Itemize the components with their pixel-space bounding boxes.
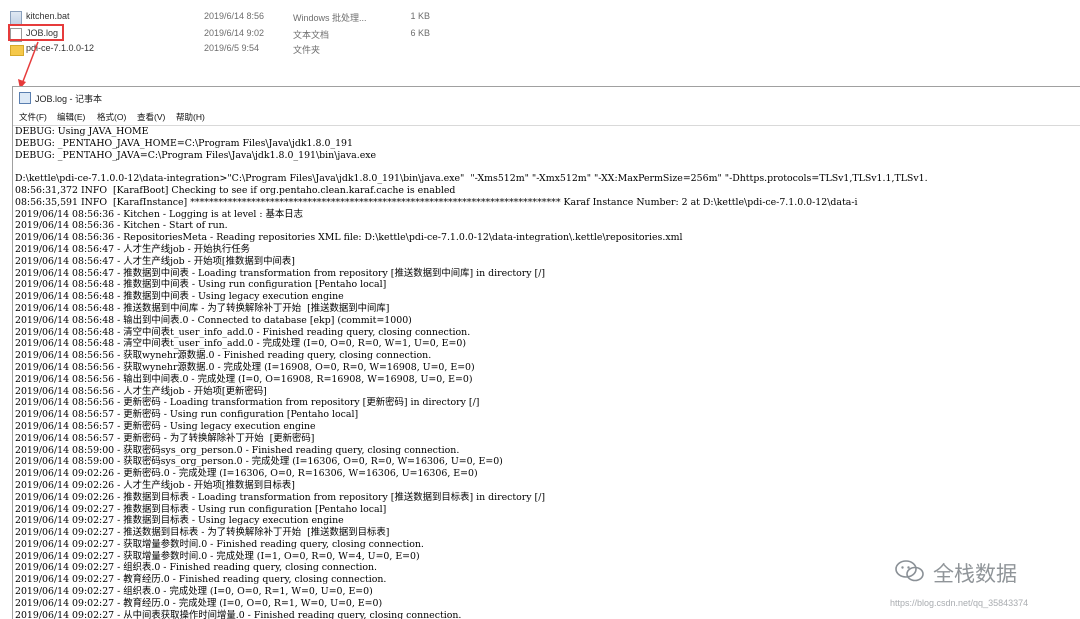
log-line: 2019/06/14 08:56:47 - 人才生产线job - 开始项[推数据… <box>15 255 295 267</box>
log-line: 2019/06/14 08:56:48 - 推数据到中间表 - Using le… <box>15 291 344 303</box>
log-line: 2019/06/14 08:56:56 - 输出到中间表.0 - 完成处理 (I… <box>15 373 473 385</box>
log-line: 2019/06/14 09:02:26 - 人才生产线job - 开始项[推数据… <box>15 479 295 491</box>
log-line: DEBUG: _PENTAHO_JAVA=C:\Program Files\Ja… <box>15 149 377 161</box>
notepad-icon <box>19 92 31 104</box>
log-line: 2019/06/14 09:02:26 - 推数据到目标表 - Loading … <box>15 491 546 503</box>
log-line: 2019/06/14 09:02:27 - 获取增量参数时间.0 - Finis… <box>15 538 424 550</box>
log-line: 2019/06/14 08:56:47 - 推数据到中间表 - Loading … <box>15 267 546 279</box>
log-line: 2019/06/14 08:56:36 - Kitchen - Start of… <box>15 220 228 232</box>
log-line: 2019/06/14 08:56:57 - 更新密码 - Using run c… <box>15 409 359 421</box>
log-line: 2019/06/14 08:56:48 - 输出到中间表.0 - Connect… <box>15 314 412 326</box>
window-title: JOB.log - 记事本 <box>35 94 103 104</box>
file-type: Windows 批处理... <box>293 13 367 23</box>
log-line: 2019/06/14 08:56:48 - 清空中间表t_user_info_a… <box>15 338 466 350</box>
menu-file[interactable]: 文件(F) <box>19 111 47 123</box>
file-type: 文本文档 <box>293 30 330 40</box>
menu-view[interactable]: 查看(V) <box>137 111 165 123</box>
log-line: 2019/06/14 09:02:27 - 推数据到目标表 - Using le… <box>15 515 344 527</box>
log-line: 2019/06/14 08:59:00 - 获取密码sys_org_person… <box>15 444 460 456</box>
log-line: 2019/06/14 09:02:26 - 更新密码.0 - 完成处理 (I=1… <box>15 468 478 480</box>
log-line: 2019/06/14 08:56:47 - 人才生产线job - 开始执行任务 <box>15 243 251 255</box>
file-date: 2019/6/5 9:54 <box>204 43 260 53</box>
log-line: 2019/06/14 08:56:36 - Kitchen - Logging … <box>15 208 304 220</box>
log-line: 2019/06/14 08:56:48 - 清空中间表t_user_info_a… <box>15 326 471 338</box>
log-line: 2019/06/14 08:56:48 - 推送数据到中间库 - 为了转换解除补… <box>15 302 390 314</box>
watermark-url: https://blog.csdn.net/qq_35843374 <box>890 598 1029 608</box>
title-bar: JOB.log - 记事本 <box>13 87 1080 107</box>
log-line: 2019/06/14 08:56:36 - RepositoriesMeta -… <box>15 232 683 244</box>
log-line: DEBUG: _PENTAHO_JAVA_HOME=C:\Program Fil… <box>15 137 353 149</box>
annotation-arrow <box>18 41 39 89</box>
log-line: 2019/06/14 08:56:57 - 更新密码 - 为了转换解除补丁开始 … <box>15 432 315 444</box>
log-line: 2019/06/14 09:02:27 - 推数据到目标表 - Using ru… <box>15 503 387 515</box>
log-line: 2019/06/14 08:59:00 - 获取密码sys_org_person… <box>15 456 503 468</box>
menu-edit[interactable]: 编辑(E) <box>57 111 85 123</box>
log-line: 2019/06/14 08:56:57 - 更新密码 - Using legac… <box>15 420 316 432</box>
wechat-icon <box>895 560 924 582</box>
log-line: 2019/06/14 08:56:56 - 人才生产线job - 开始项[更新密… <box>15 385 267 397</box>
file-date: 2019/6/14 8:56 <box>204 11 265 21</box>
log-line: 2019/06/14 08:56:56 - 获取wynehr源数据.0 - 完成… <box>15 361 475 373</box>
log-line: D:\kettle\pdi-ce-7.1.0.0-12\data-integra… <box>15 173 928 185</box>
notepad-window: JOB.log - 记事本 文件(F) 编辑(E) 格式(O) 查看(V) 帮助… <box>12 86 1080 619</box>
log-line: 2019/06/14 09:02:27 - 推送数据到目标表 - 为了转换解除补… <box>15 527 390 539</box>
text-editor[interactable]: DEBUG: Using JAVA_HOME DEBUG: _PENTAHO_JA… <box>13 126 1080 619</box>
file-explorer: kitchen.bat 2019/6/14 8:56 Windows 批处理..… <box>0 0 1080 80</box>
log-line: 08:56:35,591 INFO [KarafInstance] ******… <box>15 196 858 208</box>
file-size: 6 KB <box>410 28 430 38</box>
menu-bar: 文件(F) 编辑(E) 格式(O) 查看(V) 帮助(H) <box>13 107 1080 126</box>
file-date: 2019/6/14 9:02 <box>204 28 265 38</box>
file-type: 文件夹 <box>293 45 321 55</box>
menu-help[interactable]: 帮助(H) <box>176 111 205 123</box>
log-line: 2019/06/14 09:02:27 - 组织表.0 - 完成处理 (I=0,… <box>15 586 373 598</box>
log-content: DEBUG: Using JAVA_HOME DEBUG: _PENTAHO_JA… <box>13 126 1080 619</box>
log-line: 2019/06/14 08:56:56 - 获取wynehr源数据.0 - Fi… <box>15 350 432 362</box>
log-line: 08:56:31,372 INFO [KarafBoot] Checking t… <box>15 184 456 196</box>
log-line: 2019/06/14 08:56:56 - 更新密码 - Loading tra… <box>15 397 480 409</box>
log-line: DEBUG: Using JAVA_HOME <box>15 126 149 137</box>
file-size: 1 KB <box>410 11 430 21</box>
log-line: 2019/06/14 08:56:48 - 推数据到中间表 - Using ru… <box>15 279 387 291</box>
watermark-text: 全栈数据 <box>933 562 1017 586</box>
menu-format[interactable]: 格式(O) <box>97 111 126 123</box>
